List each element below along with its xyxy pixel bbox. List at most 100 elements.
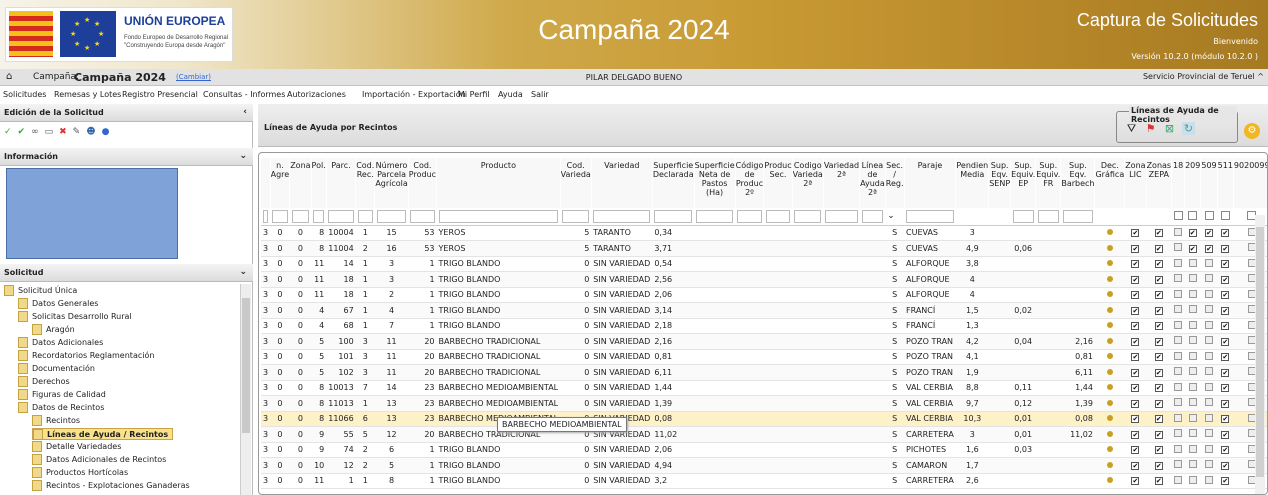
filter-input[interactable] [272, 209, 288, 223]
filter-cell[interactable] [355, 208, 375, 226]
menu-item[interactable]: Ayuda [498, 90, 523, 99]
map-pin-icon[interactable] [1106, 368, 1113, 375]
map-pin-icon[interactable] [1106, 353, 1113, 360]
filter-checkbox[interactable] [1204, 210, 1214, 220]
checkbox[interactable] [1188, 305, 1197, 314]
checkbox[interactable] [1174, 429, 1183, 438]
filter-input[interactable] [825, 209, 858, 223]
tree-item[interactable]: Solicitud Única [4, 285, 77, 297]
column-header[interactable]: Cod. Varieda [560, 158, 592, 208]
filter-checkbox[interactable] [1173, 210, 1183, 220]
checkbox[interactable]: ✔ [1188, 229, 1197, 238]
checkbox[interactable]: ✔ [1221, 322, 1230, 331]
filter-cell[interactable]: ⌄ [885, 208, 904, 226]
map-pin-icon[interactable] [1106, 306, 1113, 313]
menu-item[interactable]: Autorizaciones [287, 90, 346, 99]
filter-input[interactable] [654, 209, 693, 223]
checkbox[interactable]: ✔ [1221, 353, 1230, 362]
checkbox[interactable]: ✔ [1221, 477, 1230, 486]
column-header[interactable]: Sup. Eqv. SENP [988, 158, 1012, 208]
map-pin-icon[interactable] [1106, 260, 1113, 267]
column-header[interactable]: n. Agre [270, 158, 291, 208]
filter-cell[interactable] [270, 208, 290, 226]
binoculars-icon[interactable]: ∞ [31, 127, 45, 137]
grid-scrollbar[interactable] [1255, 215, 1265, 494]
filter-input[interactable] [562, 209, 590, 223]
checkbox[interactable] [1205, 382, 1213, 391]
tree-item[interactable]: Recordatorios Reglamentación [18, 350, 154, 362]
filter-cell[interactable] [792, 208, 824, 226]
checkbox[interactable] [1205, 258, 1213, 267]
map-pin-icon[interactable] [1106, 446, 1113, 453]
tree-item[interactable]: Líneas de Ayuda / Recintos [32, 428, 174, 440]
checkbox[interactable] [1188, 258, 1197, 267]
tree-item[interactable]: Datos Adicionales [18, 337, 103, 349]
filter-cell[interactable] [988, 208, 1011, 226]
table-row[interactable]: 3 0 0 11 18 1 2 1 TRIGO BLANDO 0 SIN VARIEDAD 2,06 S… [261, 287, 1267, 303]
checkbox[interactable] [1188, 336, 1197, 345]
filter-cell[interactable] [289, 208, 312, 226]
checkbox[interactable] [1174, 444, 1183, 453]
checkbox[interactable] [1188, 460, 1197, 469]
collapse-left-icon[interactable]: ‹ [243, 107, 247, 117]
info-icon[interactable]: ● [102, 127, 116, 137]
checkbox[interactable] [1174, 351, 1183, 360]
table-row[interactable]: 3 0 0 11 1 1 8 1 TRIGO BLANDO 0 SIN VARIEDAD 3,2 S CA… [261, 473, 1267, 489]
column-header[interactable]: 509 [1200, 158, 1218, 208]
filter-input[interactable] [376, 209, 407, 223]
column-header[interactable]: Sup. Equiv. EP [1010, 158, 1037, 208]
filter-cell[interactable] [560, 208, 592, 226]
checkbox[interactable] [1205, 460, 1213, 469]
checkbox[interactable] [1188, 429, 1197, 438]
column-header[interactable]: Número Parcela Agrícola [374, 158, 409, 208]
filter-input[interactable] [291, 209, 310, 223]
column-header[interactable]: Sup. Equiv. FR [1035, 158, 1062, 208]
table-row[interactable]: 3 0 0 11 18 1 3 1 TRIGO BLANDO 0 SIN VARIEDAD 2,56 S… [261, 271, 1267, 288]
filter-cell[interactable] [904, 208, 956, 226]
filter-checkbox[interactable] [1220, 210, 1230, 220]
checkbox[interactable]: ✔ [1221, 430, 1230, 439]
filter-input[interactable] [861, 209, 884, 223]
map-pin-icon[interactable] [1106, 384, 1113, 391]
filter-cell[interactable] [408, 208, 437, 226]
checkbox[interactable] [1174, 398, 1183, 407]
checkbox[interactable] [1205, 475, 1213, 484]
column-header[interactable]: Parc. [326, 158, 357, 208]
filter-cell[interactable] [823, 208, 860, 226]
filter-input[interactable] [1012, 209, 1034, 223]
filter-input[interactable] [313, 209, 325, 223]
excel-icon[interactable]: ⊠ [1163, 122, 1176, 135]
menu-item[interactable]: Remesas y Lotes [54, 90, 121, 99]
checkbox[interactable]: ✔ [1205, 244, 1213, 253]
column-header[interactable]: Cod. Produc [408, 158, 438, 208]
checkbox[interactable]: ✔ [1221, 415, 1230, 424]
map-pin-icon[interactable] [1106, 244, 1113, 251]
validate-icon[interactable]: ✓ [4, 127, 18, 137]
checkbox[interactable] [1188, 274, 1197, 283]
map-pin-icon[interactable] [1106, 322, 1113, 329]
table-row[interactable]: 3 0 0 10 12 2 5 1 TRIGO BLANDO 0 SIN VARIEDAD 4,94 S… [261, 457, 1267, 474]
pdf-icon[interactable]: ⚑ [1144, 122, 1157, 135]
column-header[interactable]: Produc Sec. [763, 158, 793, 208]
refresh-icon[interactable]: ↻ [1182, 122, 1195, 135]
filter-input[interactable] [438, 209, 559, 223]
menu-item[interactable]: Salir [531, 90, 549, 99]
filter-input[interactable] [1062, 209, 1093, 223]
checkbox[interactable] [1174, 243, 1183, 252]
map-pin-icon[interactable] [1106, 337, 1113, 344]
table-row[interactable]: 3 0 0 8 11004 2 16 53 YEROS 5 TARANTO 3,71 S CUEVAS 4,… [261, 240, 1267, 257]
informacion-header[interactable]: Información ⌄ [0, 148, 253, 166]
user-icon[interactable]: ☻ [86, 127, 101, 137]
column-header[interactable]: Superficie Neta de Pastos (Ha) [694, 158, 736, 208]
menu-item[interactable]: Registro Presencial [122, 90, 198, 99]
map-pin-icon[interactable] [1106, 275, 1113, 282]
column-header[interactable]: Paraje [904, 158, 957, 208]
tree-item[interactable]: Figuras de Calidad [18, 389, 106, 401]
tree-item[interactable]: Derechos [18, 376, 70, 388]
map-pin-icon[interactable] [1106, 229, 1113, 236]
filter-cell[interactable] [1184, 208, 1201, 226]
checkbox[interactable] [1188, 320, 1197, 329]
table-row[interactable]: 3 0 0 4 68 1 7 1 TRIGO BLANDO 0 SIN VARIEDAD 2,18 S F… [261, 318, 1267, 334]
map-pin-icon[interactable] [1106, 461, 1113, 468]
column-header[interactable]: Superficie Declarada [652, 158, 695, 208]
